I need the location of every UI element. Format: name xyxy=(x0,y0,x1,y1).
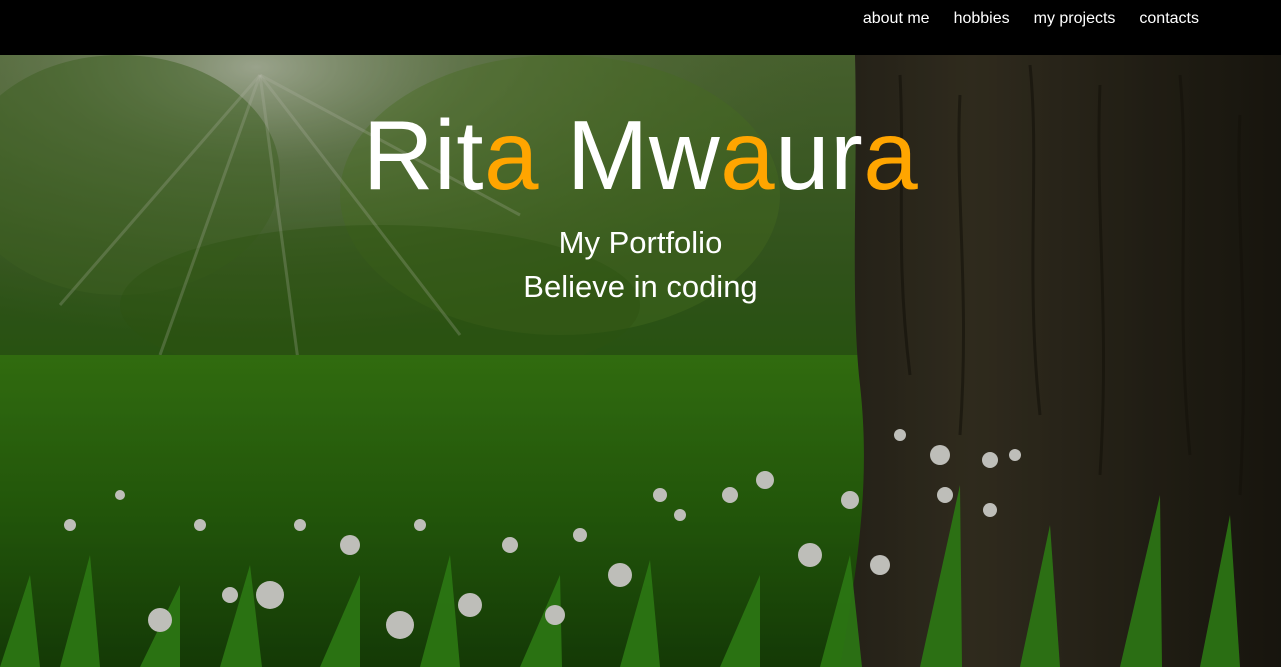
top-navbar: about me hobbies my projects contacts xyxy=(0,0,1281,55)
hero-section: Rita Mwaura My Portfolio Believe in codi… xyxy=(0,55,1281,667)
nav-menu: about me hobbies my projects contacts xyxy=(851,9,1211,29)
hero-name-title: Rita Mwaura xyxy=(0,95,1281,215)
nav-link-hobbies[interactable]: hobbies xyxy=(942,9,1022,29)
name-accent-letter: a xyxy=(483,100,539,210)
name-accent-letter: a xyxy=(863,100,919,210)
name-part: Rit xyxy=(362,100,484,210)
name-accent-letter: a xyxy=(720,100,776,210)
name-part: ur xyxy=(775,100,864,210)
hero-subtitle: My Portfolio xyxy=(558,225,723,260)
nav-link-about-me[interactable]: about me xyxy=(851,9,942,29)
nav-link-contacts[interactable]: contacts xyxy=(1127,9,1211,29)
nav-link-my-projects[interactable]: my projects xyxy=(1022,9,1128,29)
hero-tagline: Believe in coding xyxy=(523,269,758,304)
hero-text-block: Rita Mwaura My Portfolio Believe in codi… xyxy=(0,95,1281,309)
name-part: Mw xyxy=(538,100,721,210)
